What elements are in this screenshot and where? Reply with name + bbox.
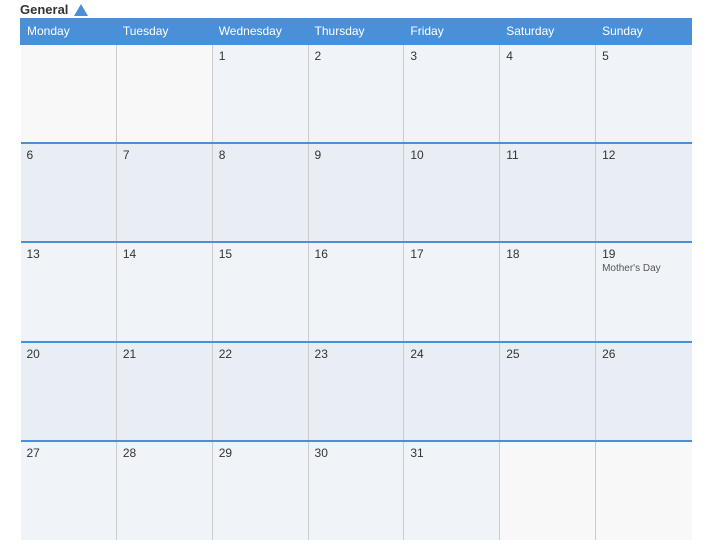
calendar-day-cell: 20 [21, 342, 117, 441]
calendar-body: 12345678910111213141516171819Mother's Da… [21, 44, 692, 540]
calendar-day-cell: 2 [308, 44, 404, 143]
logo-general-text: General [20, 3, 88, 17]
day-number: 18 [506, 247, 589, 261]
day-number: 6 [27, 148, 110, 162]
calendar-day-cell: 8 [212, 143, 308, 242]
day-number: 16 [315, 247, 398, 261]
calendar-week-row: 27 28 29 30 31 [21, 441, 692, 540]
calendar-day-cell: 18 [500, 242, 596, 341]
calendar-day-cell: 6 [21, 143, 117, 242]
day-number: 29 [219, 446, 302, 460]
weekday-header-cell: Sunday [596, 19, 692, 45]
calendar-day-cell: 15 [212, 242, 308, 341]
day-number: 14 [123, 247, 206, 261]
logo: General [20, 3, 88, 17]
day-number: 10 [410, 148, 493, 162]
calendar-week-row: 13 14 15 16 17 18 19 Mother's Day [21, 242, 692, 341]
calendar-day-cell: 19 Mother's Day [596, 242, 692, 341]
calendar-day-cell [116, 44, 212, 143]
calendar-day-cell: 31 [404, 441, 500, 540]
calendar-day-cell: 13 [21, 242, 117, 341]
calendar-day-cell: 17 [404, 242, 500, 341]
day-number: 11 [506, 148, 589, 162]
calendar-day-cell: 7 [116, 143, 212, 242]
calendar-day-cell [500, 441, 596, 540]
calendar-week-row: 12345 [21, 44, 692, 143]
day-number: 3 [410, 49, 493, 63]
calendar-day-cell: 27 [21, 441, 117, 540]
calendar-day-cell: 22 [212, 342, 308, 441]
calendar-day-cell: 3 [404, 44, 500, 143]
calendar-day-cell [596, 441, 692, 540]
day-number: 2 [315, 49, 398, 63]
day-number: 12 [602, 148, 685, 162]
day-number: 30 [315, 446, 398, 460]
day-number: 31 [410, 446, 493, 460]
calendar-day-cell: 12 [596, 143, 692, 242]
weekday-header-cell: Friday [404, 19, 500, 45]
calendar-day-cell: 29 [212, 441, 308, 540]
day-number: 22 [219, 347, 302, 361]
day-number: 4 [506, 49, 589, 63]
calendar-day-cell [21, 44, 117, 143]
calendar-day-cell: 10 [404, 143, 500, 242]
calendar-day-cell: 24 [404, 342, 500, 441]
calendar-day-cell: 26 [596, 342, 692, 441]
weekday-header-cell: Wednesday [212, 19, 308, 45]
day-number: 28 [123, 446, 206, 460]
day-number: 13 [27, 247, 110, 261]
calendar-day-cell: 30 [308, 441, 404, 540]
day-number: 27 [27, 446, 110, 460]
day-number: 24 [410, 347, 493, 361]
weekday-header-cell: Thursday [308, 19, 404, 45]
day-number: 7 [123, 148, 206, 162]
day-number: 25 [506, 347, 589, 361]
calendar-day-cell: 21 [116, 342, 212, 441]
calendar-day-cell: 14 [116, 242, 212, 341]
calendar-day-cell: 9 [308, 143, 404, 242]
weekday-header-cell: Monday [21, 19, 117, 45]
day-number: 19 [602, 247, 685, 261]
event-label: Mother's Day [602, 263, 685, 274]
day-number: 21 [123, 347, 206, 361]
weekday-header-cell: Saturday [500, 19, 596, 45]
day-number: 1 [219, 49, 302, 63]
day-number: 8 [219, 148, 302, 162]
calendar-day-cell: 25 [500, 342, 596, 441]
calendar-day-cell: 16 [308, 242, 404, 341]
calendar-day-cell: 5 [596, 44, 692, 143]
logo-triangle-icon [74, 4, 88, 16]
day-number: 5 [602, 49, 685, 63]
day-number: 9 [315, 148, 398, 162]
calendar-day-cell: 28 [116, 441, 212, 540]
weekday-header-cell: Tuesday [116, 19, 212, 45]
calendar-day-cell: 4 [500, 44, 596, 143]
calendar-header-row: MondayTuesdayWednesdayThursdayFridaySatu… [21, 19, 692, 45]
calendar-week-row: 6789 10 11 12 [21, 143, 692, 242]
calendar-day-cell: 11 [500, 143, 596, 242]
day-number: 26 [602, 347, 685, 361]
calendar-day-cell: 1 [212, 44, 308, 143]
calendar-day-cell: 23 [308, 342, 404, 441]
day-number: 17 [410, 247, 493, 261]
day-number: 23 [315, 347, 398, 361]
weekday-header: MondayTuesdayWednesdayThursdayFridaySatu… [21, 19, 692, 45]
day-number: 15 [219, 247, 302, 261]
day-number: 20 [27, 347, 110, 361]
calendar-table: MondayTuesdayWednesdayThursdayFridaySatu… [20, 18, 692, 540]
calendar-week-row: 20 21 22 23 24 25 26 [21, 342, 692, 441]
